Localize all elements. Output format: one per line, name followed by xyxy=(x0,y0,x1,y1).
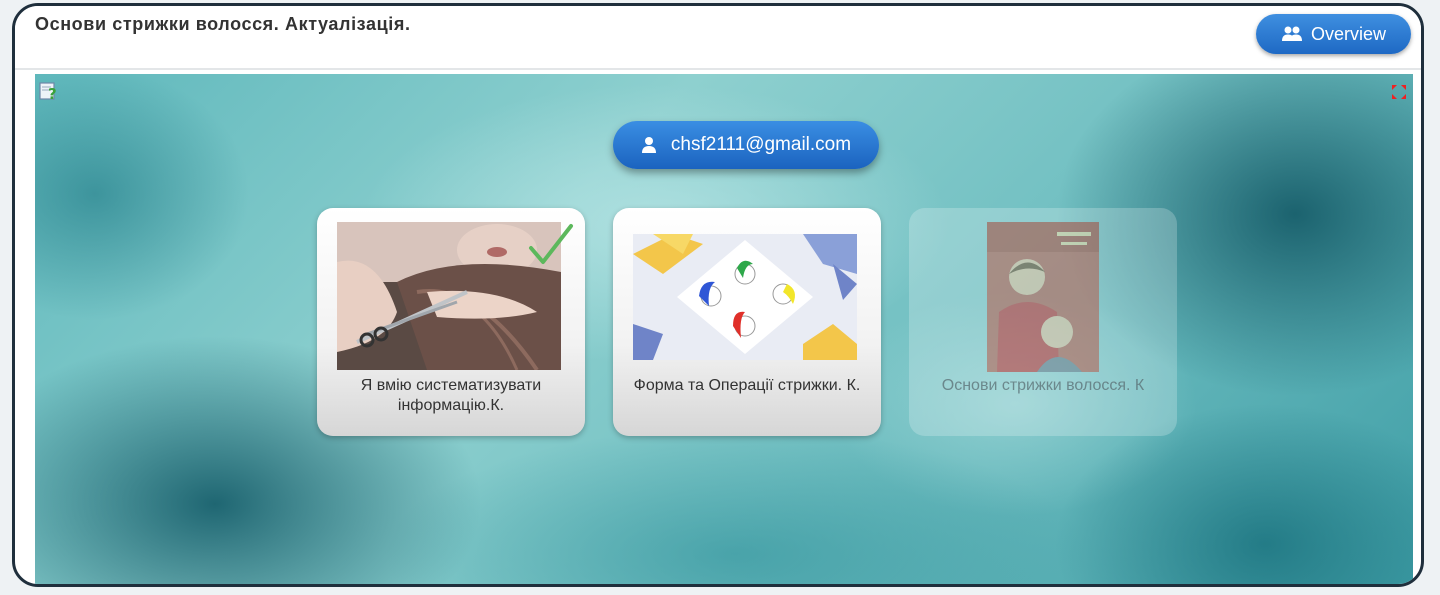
page-title: Основи стрижки волосся. Актуалізація. xyxy=(35,14,411,34)
course-thumbnail-3 xyxy=(987,222,1099,372)
help-icon[interactable]: ? xyxy=(39,80,61,102)
user-icon xyxy=(641,137,656,153)
course-thumbnail-2 xyxy=(633,234,857,360)
course-card-label-3: Основи стрижки волосся. К xyxy=(941,377,1145,394)
course-card-3[interactable]: Основи стрижки волосся. К xyxy=(909,208,1177,436)
overview-label: Overview xyxy=(1310,23,1386,44)
course-card-2[interactable]: Форма та Операції стрижки. К. xyxy=(613,208,881,436)
user-email-button[interactable]: chsf2111@gmail.com xyxy=(613,121,879,169)
fullscreen-icon[interactable] xyxy=(1391,84,1407,100)
app-frame: Основи стрижки волосся. Актуалізація. Ov… xyxy=(12,3,1424,587)
svg-text:?: ? xyxy=(48,85,57,102)
check-icon xyxy=(529,224,573,264)
users-icon xyxy=(1281,26,1302,41)
course-card-1[interactable]: Я вмію систематизувати інформацію.К. xyxy=(317,208,585,436)
overview-button[interactable]: Overview xyxy=(1256,14,1411,54)
course-stage: ? chsf2111@gmail.com Я вмію систематизув… xyxy=(35,74,1413,584)
user-email: chsf2111@gmail.com xyxy=(670,134,852,155)
course-card-label-1: Я вмію систематизувати інформацію.К. xyxy=(360,377,542,414)
course-card-label-2: Форма та Операції стрижки. К. xyxy=(633,377,861,394)
header-bar: Основи стрижки волосся. Актуалізація. Ov… xyxy=(15,6,1421,70)
